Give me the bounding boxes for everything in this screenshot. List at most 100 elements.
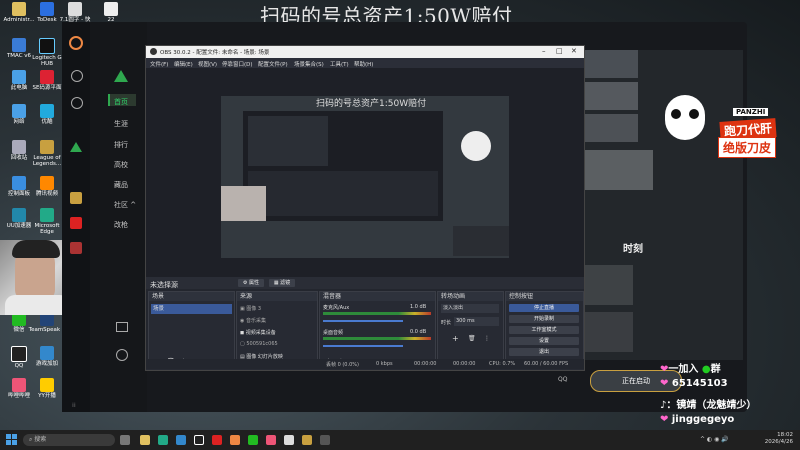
nav-home[interactable]: 首页 (114, 97, 128, 107)
desktop-icon-youku[interactable]: 优酷 (28, 104, 66, 125)
nav-career[interactable]: 生涯 (114, 119, 128, 129)
add-icon[interactable]: + (452, 334, 459, 343)
valorant-icon[interactable] (212, 435, 222, 445)
trash-icon[interactable]: 🗑 (468, 335, 476, 342)
exit-button[interactable]: 退出 (509, 348, 579, 356)
nav-collection[interactable]: 藏品 (114, 180, 128, 190)
delta-force-icon[interactable] (70, 142, 82, 152)
headset-icon[interactable] (116, 349, 128, 361)
settings-button[interactable]: 设置 (509, 337, 579, 345)
heart-icon: ❤ (660, 414, 669, 425)
desktop-icon-yy[interactable]: YY开播 (28, 378, 66, 399)
desktop-icon-game-plus[interactable]: 游戏加加 (28, 346, 66, 367)
source-item[interactable]: ▣ 图像 3 (240, 305, 261, 312)
file-explorer-icon[interactable] (140, 435, 150, 445)
qq-account-label[interactable]: QQ (558, 376, 567, 383)
launcher-sidebar: ⁞⁞ (62, 22, 90, 412)
news-thumbnail[interactable] (583, 150, 653, 190)
maximize-icon[interactable]: □ (556, 47, 563, 55)
menu-edit[interactable]: 编辑(E) (174, 60, 193, 68)
desktop-icon-shortcut[interactable]: 7.1圆字 - 快 (56, 2, 94, 23)
transition-select[interactable]: 淡入淡出 (441, 304, 499, 313)
menu-icon[interactable]: ⁞⁞ (72, 402, 76, 409)
desktop-icon-logitech[interactable]: Logitech G HUB (28, 38, 66, 67)
app-icon[interactable] (320, 435, 330, 445)
nav-community[interactable]: 社区 ^ (114, 200, 136, 210)
source-item[interactable]: ◉ 音乐采集 (240, 317, 266, 324)
home-circle-icon[interactable] (71, 70, 83, 82)
nav-gunsmith[interactable]: 改枪 (114, 220, 128, 230)
weapon-thumbnail[interactable] (583, 265, 633, 305)
obs-icon[interactable] (284, 435, 294, 445)
contact-overlay: ❤一加入 ●群 ❤ 65145103 ♪：镜靖（龙魅靖少） ❤ jinggege… (660, 360, 800, 430)
menu-icon[interactable]: ⋮ (484, 335, 490, 342)
todesk-icon (40, 2, 54, 16)
start-recording-button[interactable]: 开始录制 (509, 315, 579, 323)
menu-docks[interactable]: 停靠窗口(D) (222, 60, 253, 68)
desktop-icon-teamspeak[interactable]: TeamSpeak 3 (28, 312, 66, 333)
mixer-channel-name: 桌面音频 (323, 330, 344, 336)
volume-slider[interactable] (323, 345, 403, 347)
valorant-game-icon[interactable] (70, 217, 82, 229)
menu-file[interactable]: 文件(F) (150, 60, 168, 68)
desktop-icon-tencent-video[interactable]: 腾讯视频 (28, 176, 66, 197)
weapon-thumbnail[interactable] (583, 312, 633, 352)
desktop-icon-se[interactable]: SE码源平面 (28, 70, 66, 91)
moments-heading: 时刻 (623, 244, 643, 255)
close-icon[interactable]: ✕ (571, 47, 577, 55)
task-view-icon[interactable] (120, 435, 130, 445)
bilibili-icon[interactable] (266, 435, 276, 445)
desktop-icon-edge[interactable]: Microsoft Edge (28, 208, 66, 235)
nav-college[interactable]: 高校 (114, 160, 128, 170)
control-panel-icon (12, 176, 26, 190)
properties-button[interactable]: ⚙ 属性 (238, 279, 264, 287)
news-thumbnail[interactable] (583, 114, 638, 142)
lol-icon[interactable] (302, 435, 312, 445)
filters-button[interactable]: ▦ 滤镜 (269, 279, 295, 287)
obs-statusbar: 丢帧 0 (0.0%) 0 kbps 00:00:00 00:00:00 CPU… (146, 359, 584, 369)
desktop-icon-22[interactable]: 22 (92, 2, 130, 23)
menu-tools[interactable]: 工具(T) (330, 60, 349, 68)
taskbar-search[interactable]: ⌕ 搜索 (23, 434, 115, 446)
mixer-dock-title: 混音器 (320, 292, 435, 301)
news-thumbnail[interactable] (583, 50, 638, 78)
wechat-icon[interactable] (248, 435, 258, 445)
mixer-channel-db: 0.0 dB (410, 329, 427, 335)
source-item[interactable]: ▢ 500591c065 (240, 341, 278, 347)
menu-scene-collection[interactable]: 场景集合(S) (294, 60, 324, 68)
lol-game-icon[interactable] (70, 192, 82, 204)
mixer-channel-db: 1.0 dB (410, 304, 427, 310)
screen-icon[interactable] (116, 322, 128, 332)
edge-icon[interactable] (158, 435, 168, 445)
streamer-hair (12, 240, 60, 258)
studio-mode-button[interactable]: 工作室模式 (509, 326, 579, 334)
obs-menubar: 文件(F) 编辑(E) 视图(V) 停靠窗口(D) 配置文件(P) 场景集合(S… (146, 58, 584, 68)
tray-icons[interactable]: ^ ◐ ◉ 🔊 (700, 436, 729, 443)
nav-ranking[interactable]: 排行 (114, 140, 128, 150)
game-icon[interactable] (70, 242, 82, 254)
app-icon[interactable] (176, 435, 186, 445)
app-icon (40, 70, 54, 84)
start-icon[interactable] (6, 434, 17, 445)
minimize-icon[interactable]: – (542, 47, 546, 55)
menu-help[interactable]: 帮助(H) (354, 60, 373, 68)
volume-slider[interactable] (323, 320, 403, 322)
panda-eye (671, 109, 681, 119)
obs-preview[interactable]: 扫码的号总资产1:50W赔付 (146, 68, 584, 277)
duration-input[interactable]: 300 ms (454, 317, 499, 326)
system-clock[interactable]: 18:02 2026/4/26 (745, 432, 793, 446)
stop-streaming-button[interactable]: 停止直播 (509, 304, 579, 312)
qq-icon[interactable] (194, 435, 204, 445)
launcher-icon[interactable] (230, 435, 240, 445)
tmac-icon (12, 38, 26, 52)
qq-icon (11, 346, 27, 362)
launcher-logo-icon (69, 36, 83, 50)
news-thumbnail[interactable] (583, 82, 638, 110)
desktop-icon-lol[interactable]: League of Legends... (28, 140, 66, 167)
source-item[interactable]: ◼ 视频采集设备 (240, 329, 276, 336)
mixer-channel-name: 麦克风/Aux (323, 305, 350, 311)
refresh-icon[interactable] (71, 97, 83, 109)
menu-view[interactable]: 视图(V) (198, 60, 217, 68)
scene-item[interactable]: 场景 (151, 304, 232, 314)
menu-profile[interactable]: 配置文件(P) (258, 60, 288, 68)
